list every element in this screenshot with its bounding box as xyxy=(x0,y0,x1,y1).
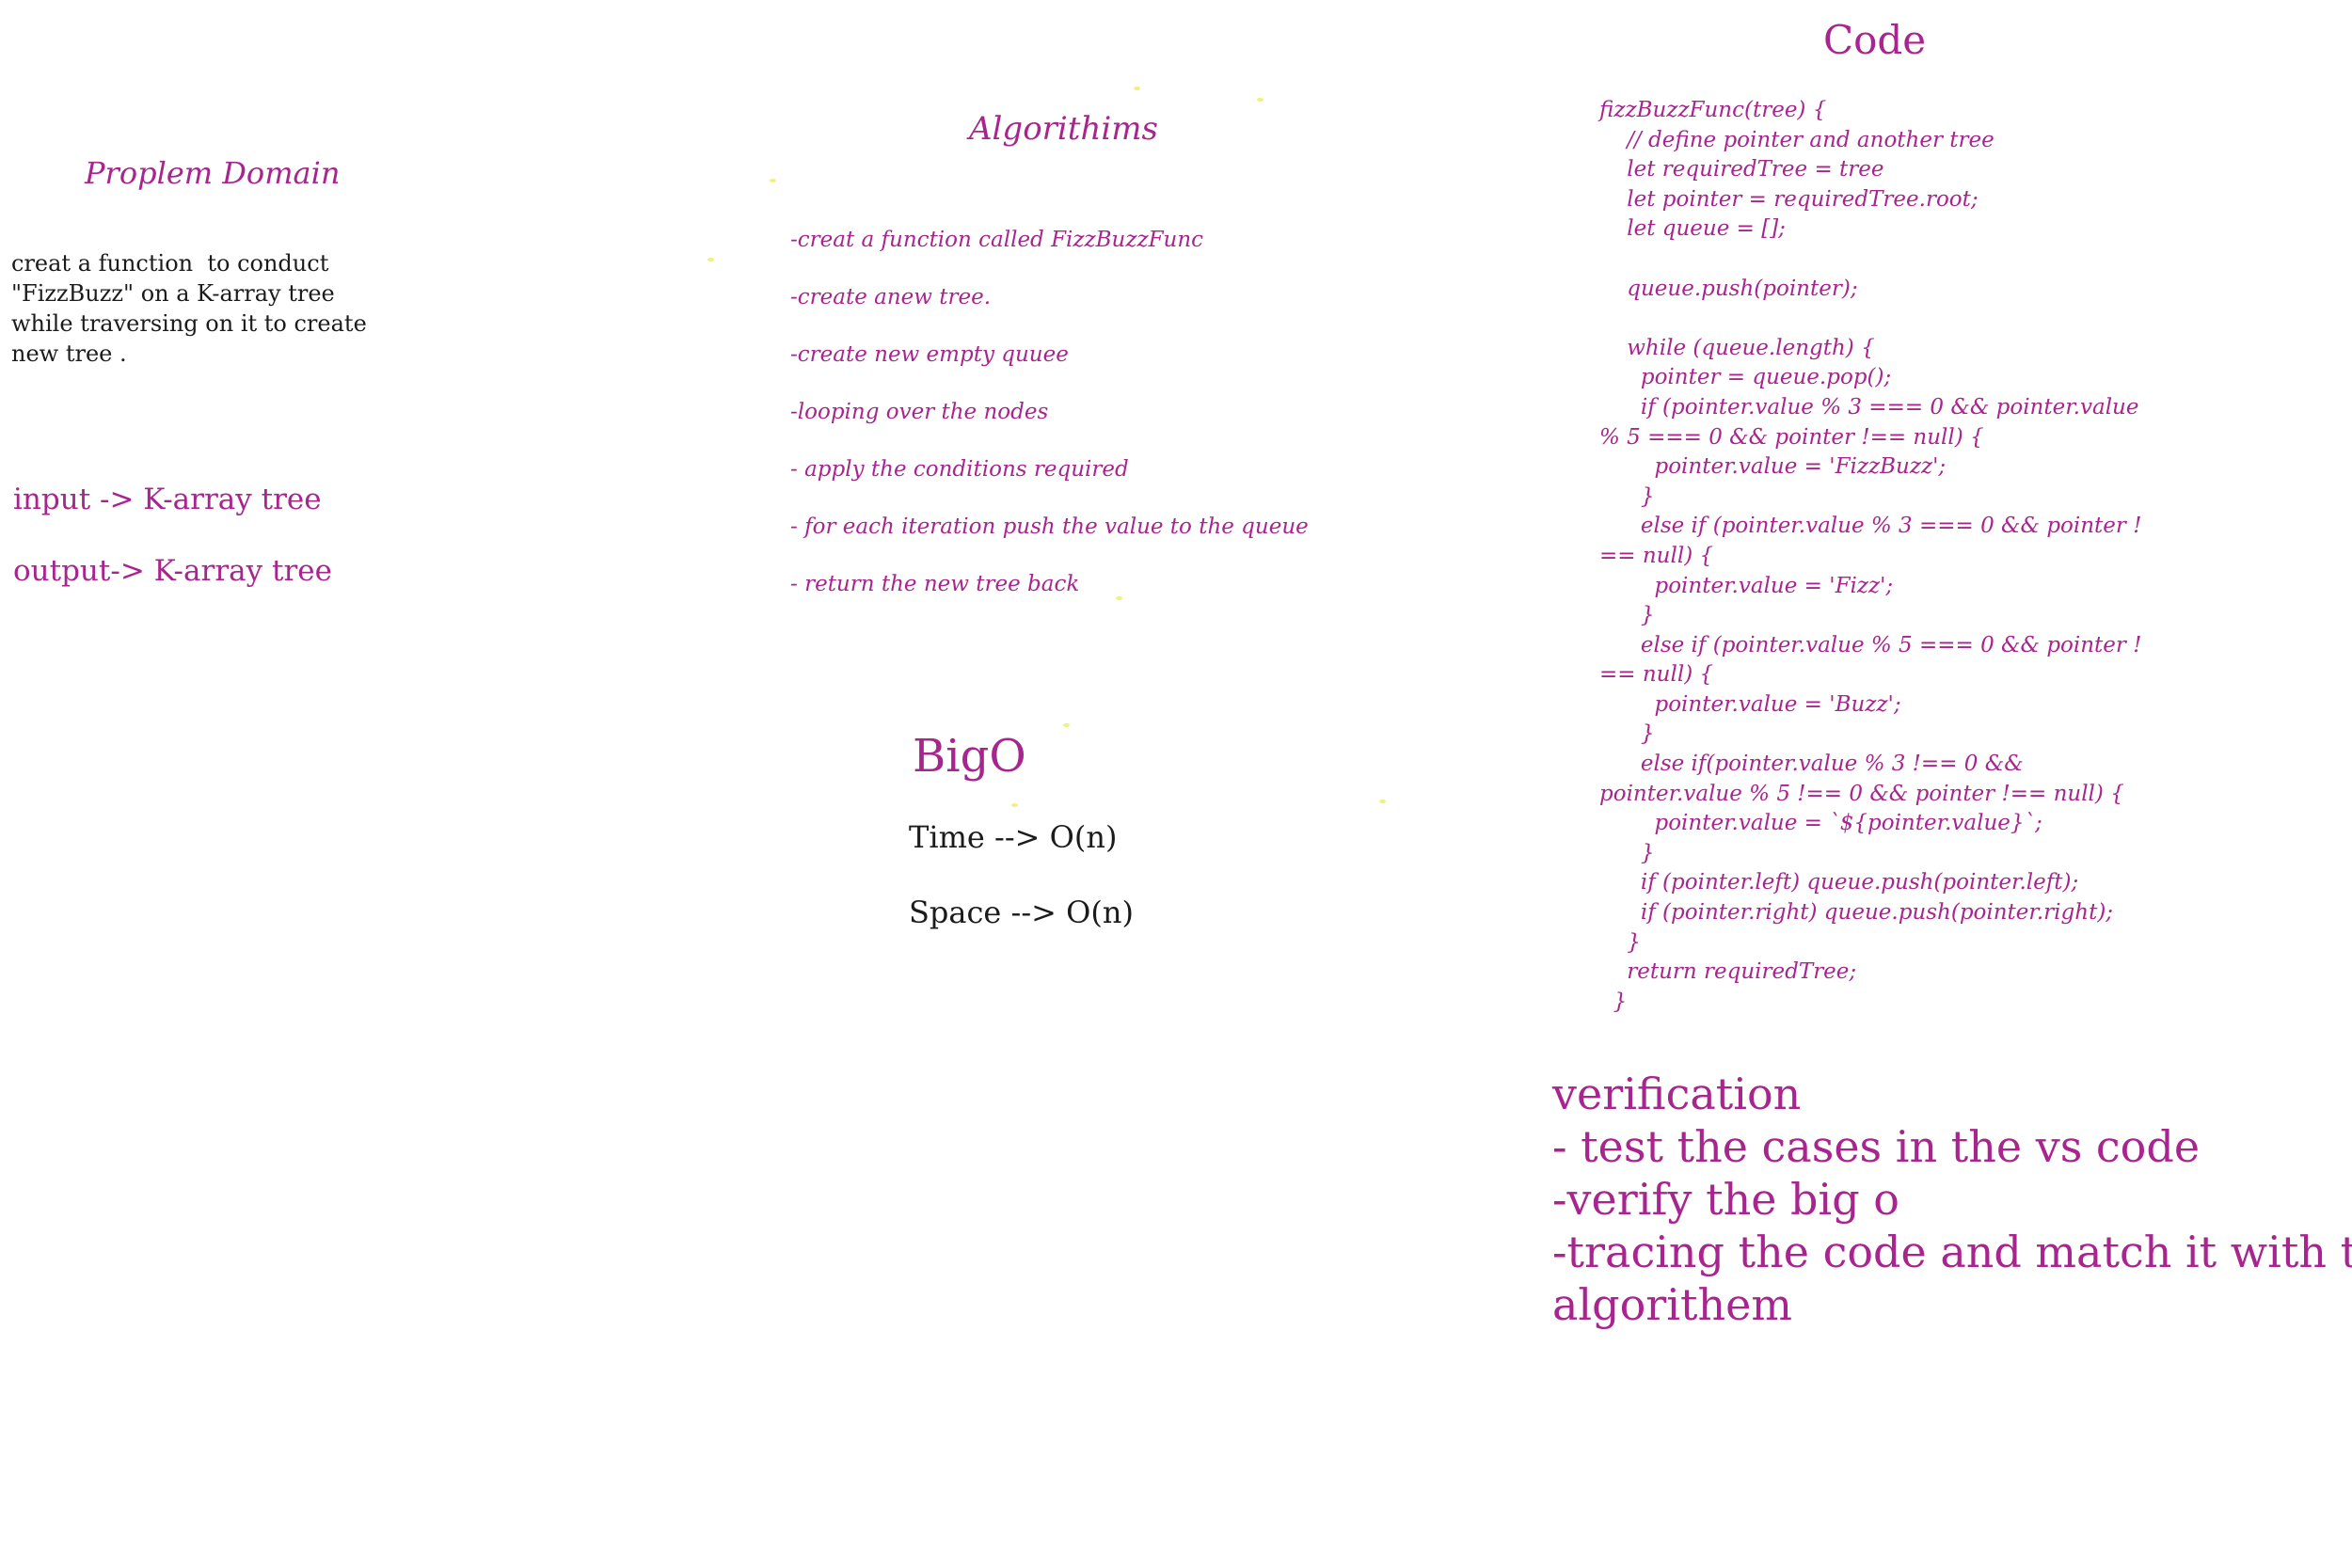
code-line: if (pointer.value % 3 === 0 && pointer.v… xyxy=(1599,394,2139,420)
verification-line: algorithem xyxy=(1552,1279,1792,1330)
problem-line: while traversing on it to create xyxy=(11,310,367,337)
highlight-speck xyxy=(1257,98,1263,102)
code-line: == null) { xyxy=(1599,543,1714,568)
algorithms-title: Algorithims xyxy=(969,110,1158,148)
verification-line: - test the cases in the vs code xyxy=(1552,1121,2201,1172)
code-line: queue.push(pointer); xyxy=(1599,276,1858,301)
code-line: else if (pointer.value % 5 === 0 && poin… xyxy=(1599,632,2142,657)
code-line: == null) { xyxy=(1599,662,1714,688)
code-line: else if (pointer.value % 3 === 0 && poin… xyxy=(1599,514,2142,539)
algorithm-step: - for each iteration push the value to t… xyxy=(790,515,1309,539)
problem-line: new tree . xyxy=(11,341,127,367)
algorithm-step: -create new empty quuee xyxy=(790,342,1069,367)
algorithm-step: -create anew tree. xyxy=(790,285,992,309)
verification-title: verification xyxy=(1552,1069,1802,1119)
highlight-speck xyxy=(1116,596,1122,600)
code-line: pointer.value % 5 !== 0 && pointer !== n… xyxy=(1599,781,2124,806)
code-line: pointer = queue.pop(); xyxy=(1599,365,1892,390)
code-line: if (pointer.right) queue.push(pointer.ri… xyxy=(1599,900,2114,926)
code-line: return requiredTree; xyxy=(1599,959,1857,985)
problem-line: creat a function to conduct xyxy=(11,250,329,277)
algorithm-step: - return the new tree back xyxy=(790,572,1080,596)
code-line: pointer.value = 'FizzBuzz'; xyxy=(1599,454,1947,480)
highlight-speck xyxy=(1379,800,1386,803)
highlight-speck xyxy=(1063,723,1070,727)
time-complexity: Time --> O(n) xyxy=(909,819,1118,855)
highlight-speck xyxy=(770,179,776,182)
code-line: fizzBuzzFunc(tree) { xyxy=(1599,98,1827,122)
problem-line: "FizzBuzz" on a K-array tree xyxy=(11,280,335,307)
code-line: } xyxy=(1599,603,1655,628)
highlight-speck xyxy=(707,258,714,261)
code-line: } xyxy=(1599,721,1655,747)
algorithm-step: - apply the conditions required xyxy=(790,457,1129,482)
code-title: Code xyxy=(1823,17,1927,63)
verification-line: -verify the big o xyxy=(1552,1174,1899,1225)
code-block: fizzBuzzFunc(tree) { // define pointer a… xyxy=(1599,96,2141,1017)
algorithm-step: -creat a function called FizzBuzzFunc xyxy=(790,228,1204,252)
code-line: // define pointer and another tree xyxy=(1599,127,1994,152)
code-line: } xyxy=(1599,483,1655,509)
code-line: let requiredTree = tree xyxy=(1599,157,1884,182)
code-line: let queue = []; xyxy=(1599,216,1786,242)
code-line: } xyxy=(1599,929,1641,955)
code-line: if (pointer.left) queue.push(pointer.lef… xyxy=(1599,870,2079,895)
input-spec: input -> K-array tree xyxy=(13,483,322,516)
code-line: let pointer = requiredTree.root; xyxy=(1599,186,1979,212)
code-line: pointer.value = `${pointer.value}`; xyxy=(1599,811,2042,836)
algorithm-step: -looping over the nodes xyxy=(790,400,1049,424)
problem-domain-title: Proplem Domain xyxy=(85,155,341,191)
code-line: } xyxy=(1599,989,1628,1014)
verification-line: -tracing the code and match it with the xyxy=(1552,1227,2352,1277)
output-spec: output-> K-array tree xyxy=(13,554,332,588)
code-line: else if(pointer.value % 3 !== 0 && xyxy=(1599,752,2024,777)
code-line: pointer.value = 'Buzz'; xyxy=(1599,691,1901,717)
code-line: } xyxy=(1599,840,1655,865)
code-line: % 5 === 0 && pointer !== null) { xyxy=(1599,424,1984,450)
highlight-speck xyxy=(1134,87,1140,90)
bigo-title: BigO xyxy=(913,730,1026,783)
code-line: pointer.value = 'Fizz'; xyxy=(1599,573,1894,598)
space-complexity: Space --> O(n) xyxy=(909,895,1134,930)
highlight-speck xyxy=(1011,803,1018,807)
code-line: while (queue.length) { xyxy=(1599,335,1875,360)
